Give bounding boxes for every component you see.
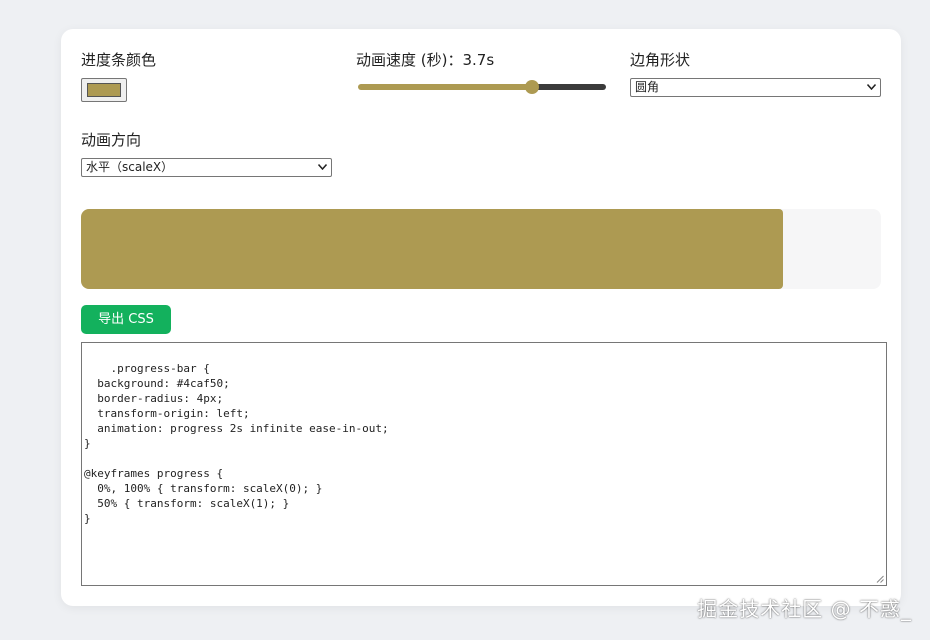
color-swatch-fill [87, 83, 121, 97]
shape-label: 边角形状 [630, 51, 691, 69]
settings-card: 进度条颜色 动画速度 (秒)：3.7s 边角形状 圆角 动画方向 水平（scal… [61, 29, 901, 606]
chevron-down-icon [318, 164, 327, 170]
css-code: .progress-bar { background: #4caf50; bor… [84, 362, 389, 525]
shape-select[interactable]: 圆角 [630, 78, 881, 97]
slider-track [531, 84, 606, 90]
progress-preview-track [81, 209, 881, 289]
slider-fill [358, 84, 532, 90]
slider-thumb[interactable] [524, 80, 539, 94]
color-picker[interactable] [81, 78, 127, 102]
shape-selected: 圆角 [635, 80, 660, 94]
progress-preview-bar [81, 209, 783, 289]
speed-slider[interactable] [358, 80, 606, 94]
chevron-down-icon [867, 84, 876, 90]
color-label: 进度条颜色 [81, 51, 157, 69]
direction-label: 动画方向 [81, 131, 142, 149]
watermark: 掘金技术社区 @ 不惑_ [697, 597, 912, 621]
speed-value: 3.7s [462, 51, 495, 69]
speed-label-row: 动画速度 (秒)：3.7s [356, 50, 494, 70]
direction-select[interactable]: 水平（scaleX） [81, 158, 332, 177]
css-output-textarea[interactable]: .progress-bar { background: #4caf50; bor… [81, 342, 887, 586]
direction-selected: 水平（scaleX） [86, 160, 174, 174]
resize-handle-icon[interactable] [876, 575, 884, 583]
speed-label: 动画速度 (秒)： [356, 51, 463, 69]
export-css-button[interactable]: 导出 CSS [81, 305, 171, 334]
